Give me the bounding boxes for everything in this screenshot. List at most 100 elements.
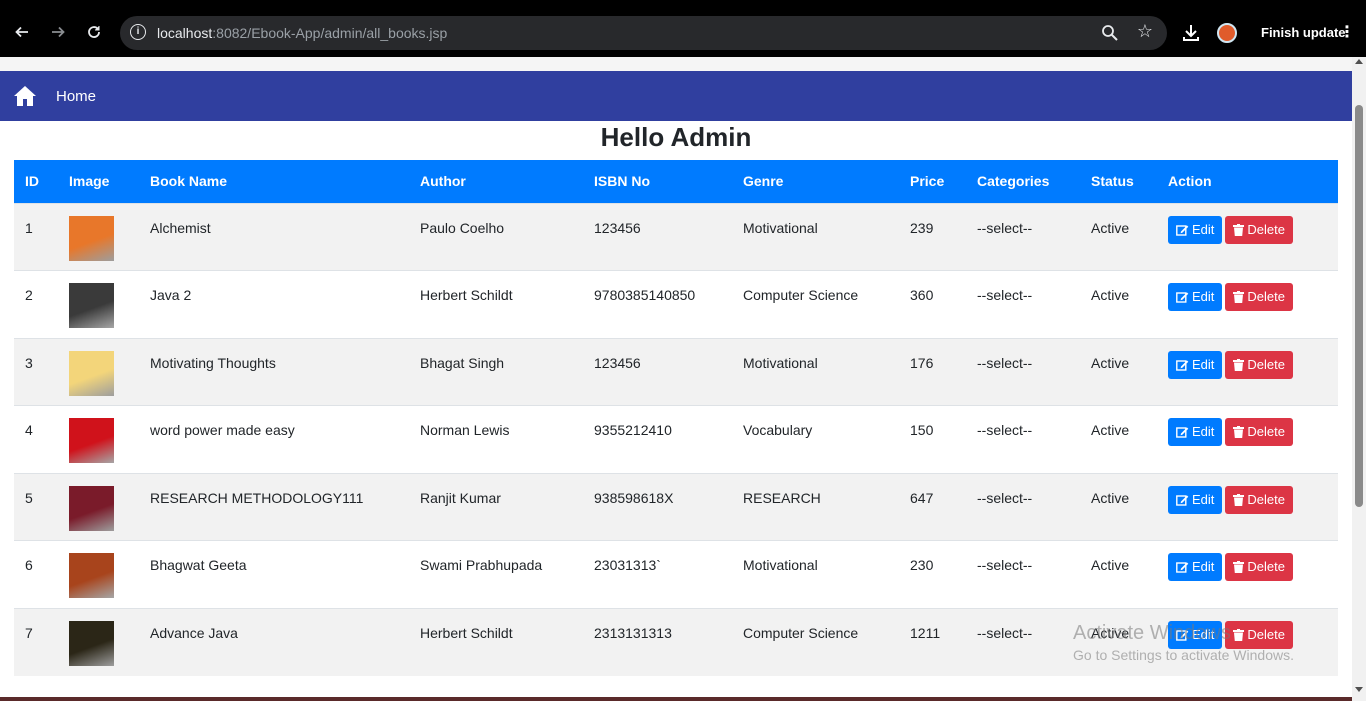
edit-button[interactable]: Edit <box>1168 553 1223 581</box>
scrollbar-thumb[interactable] <box>1355 105 1363 507</box>
taskbar-edge <box>0 697 1352 701</box>
cell-author: Swami Prabhupada <box>420 557 543 573</box>
forward-icon[interactable] <box>44 18 72 46</box>
cell-action: Edit Delete <box>1157 473 1338 541</box>
nav-home-link[interactable]: Home <box>56 88 96 105</box>
delete-button[interactable]: Delete <box>1225 350 1293 379</box>
finish-update-button[interactable]: Finish update <box>1261 25 1346 40</box>
cell-action: Edit Delete <box>1157 541 1338 609</box>
cell-isbn: 123456 <box>594 219 641 236</box>
cell-author: Herbert Schildt <box>420 624 513 641</box>
edit-icon <box>1176 562 1189 573</box>
cell-action: Edit Delete <box>1157 203 1338 271</box>
cell-status: Active <box>1091 287 1130 303</box>
cell-isbn: 9355212410 <box>594 422 672 438</box>
delete-button[interactable]: Delete <box>1225 553 1293 581</box>
cell-id: 7 <box>25 624 33 641</box>
book-cover-thumbnail <box>69 418 114 463</box>
table-row: 5 RESEARCH METHODOLOGY111 Ranjit Kumar 9385… <box>14 473 1338 541</box>
book-cover-thumbnail <box>69 620 114 666</box>
delete-button[interactable]: Delete <box>1225 485 1293 514</box>
edit-button[interactable]: Edit <box>1168 283 1223 311</box>
cell-genre: Motivational <box>743 557 818 573</box>
cell-id: 4 <box>25 422 33 438</box>
header-action: Action <box>1168 173 1212 190</box>
delete-button[interactable]: Delete <box>1225 215 1293 244</box>
edit-button[interactable]: Edit <box>1168 418 1223 446</box>
zoom-icon[interactable] <box>1101 24 1119 42</box>
cell-image <box>58 271 139 339</box>
scroll-down-arrow-icon[interactable] <box>1355 687 1363 692</box>
header-isbn: ISBN No <box>594 173 650 190</box>
edit-label: Edit <box>1192 424 1215 439</box>
edit-icon <box>1176 427 1189 438</box>
delete-label: Delete <box>1247 626 1285 642</box>
edit-button[interactable]: Edit <box>1168 485 1223 514</box>
cell-isbn: 23031313` <box>594 557 661 573</box>
table-row: 2 Java 2 Herbert Schildt 9780385140850 Compu… <box>14 270 1338 339</box>
trash-icon <box>1233 426 1245 438</box>
top-navbar: Home <box>0 71 1352 121</box>
browser-menu-icon[interactable]: ⋮ <box>1339 22 1355 41</box>
cell-image <box>58 203 139 271</box>
cell-book-name: Advance Java <box>150 624 238 641</box>
trash-icon <box>1233 358 1245 371</box>
trash-icon <box>1233 628 1245 641</box>
scroll-up-arrow-icon[interactable] <box>1355 59 1363 64</box>
cell-action: Edit Delete <box>1157 406 1338 474</box>
edit-button[interactable]: Edit <box>1168 350 1223 379</box>
download-icon[interactable] <box>1180 22 1202 44</box>
page-title: Hello Admin <box>600 122 752 152</box>
site-info-icon[interactable]: i <box>130 24 146 40</box>
edit-button[interactable]: Edit <box>1168 215 1223 244</box>
address-bar[interactable]: i localhost:8082/Ebook-App/admin/all_boo… <box>120 16 1167 50</box>
profile-avatar[interactable] <box>1217 23 1237 43</box>
cell-category: --select-- <box>977 354 1033 371</box>
header-price: Price <box>910 173 945 190</box>
cell-status: Active <box>1091 489 1130 506</box>
table-row: 3 Motivating Thoughts Bhagat Singh 123456 Mo… <box>14 338 1338 406</box>
cell-isbn: 9780385140850 <box>594 287 696 303</box>
cell-author: Herbert Schildt <box>420 287 513 303</box>
cell-genre: Computer Science <box>743 624 859 641</box>
cell-book-name: Motivating Thoughts <box>150 354 276 371</box>
cell-status: Active <box>1091 557 1130 573</box>
bookmark-star-icon[interactable]: ☆ <box>1137 21 1153 42</box>
cell-image <box>58 541 139 609</box>
cell-book-name: Bhagwat Geeta <box>150 557 247 573</box>
cell-price: 230 <box>910 557 934 573</box>
cell-action: Edit Delete <box>1157 608 1338 676</box>
page-scrollbar[interactable] <box>1352 57 1366 701</box>
edit-button[interactable]: Edit <box>1168 620 1223 649</box>
cell-image <box>58 473 139 541</box>
edit-label: Edit <box>1192 356 1215 372</box>
edit-label: Edit <box>1192 626 1215 642</box>
cell-genre: Vocabulary <box>743 422 813 438</box>
trash-icon <box>1233 561 1245 573</box>
cell-genre: Motivational <box>743 219 818 236</box>
cell-action: Edit Delete <box>1157 338 1338 406</box>
home-icon[interactable] <box>13 85 37 107</box>
cell-category: --select-- <box>977 624 1033 641</box>
browser-toolbar: i localhost:8082/Ebook-App/admin/all_boo… <box>0 0 1366 57</box>
book-cover-thumbnail <box>69 553 114 598</box>
delete-label: Delete <box>1247 491 1285 507</box>
edit-label: Edit <box>1192 289 1215 304</box>
cell-price: 176 <box>910 354 934 371</box>
delete-button[interactable]: Delete <box>1225 283 1293 311</box>
table-row: 1 Alchemist Paulo Coelho 123456 Motivational… <box>14 203 1338 271</box>
cell-isbn: 938598618X <box>594 489 674 506</box>
edit-icon <box>1176 494 1189 506</box>
delete-button[interactable]: Delete <box>1225 418 1293 446</box>
delete-label: Delete <box>1247 356 1285 372</box>
back-icon[interactable] <box>8 18 36 46</box>
edit-icon <box>1176 224 1189 236</box>
book-cover-thumbnail <box>69 350 114 396</box>
reload-icon[interactable] <box>80 18 108 46</box>
table-row: 4 word power made easy Norman Lewis 9355212… <box>14 405 1338 474</box>
header-categories: Categories <box>977 173 1050 190</box>
delete-button[interactable]: Delete <box>1225 620 1293 649</box>
delete-label: Delete <box>1247 289 1285 304</box>
book-cover-thumbnail <box>69 283 114 328</box>
url-text[interactable]: localhost:8082/Ebook-App/admin/all_books… <box>157 25 447 41</box>
